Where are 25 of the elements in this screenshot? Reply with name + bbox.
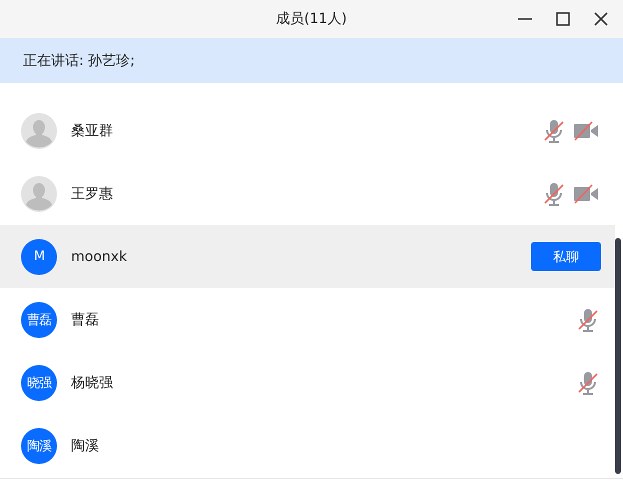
person-avatar [21,112,57,148]
member-name: 桑亚群 [71,122,113,140]
speaking-text: 正在讲话: 孙艺珍; [23,52,135,70]
initials-avatar: M [21,238,57,274]
scrollbar[interactable] [615,238,621,474]
private-chat-button[interactable]: 私聊 [531,242,601,271]
maximize-icon[interactable] [555,11,571,27]
close-icon[interactable] [593,11,609,27]
muted-mic-icon [543,118,565,144]
member-name: 杨晓强 [71,374,113,392]
initials-avatar: 曹磊 [21,302,57,338]
member-name: 曹磊 [71,310,99,328]
member-row[interactable]: M moonxk 私聊 [0,225,615,288]
muted-mic-icon [577,306,599,332]
window-title: 成员(11人) [276,10,347,28]
initials-avatar: 陶溪 [21,428,57,464]
member-name: 陶溪 [71,436,99,454]
muted-mic-icon [543,180,565,206]
camera-off-icon [573,182,599,204]
initials-avatar: 晓强 [21,364,57,400]
camera-off-icon [573,120,599,142]
member-name: 王罗惠 [71,184,113,202]
muted-mic-icon [577,370,599,396]
member-name: moonxk [71,248,128,264]
person-avatar [21,176,57,212]
